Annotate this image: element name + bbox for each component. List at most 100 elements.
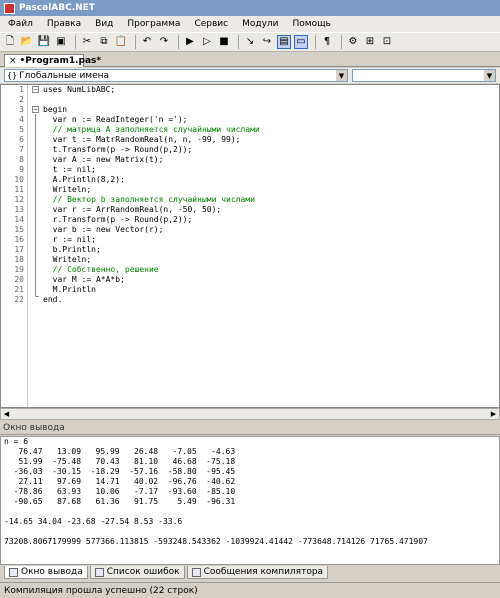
stop-icon[interactable]: ■ (217, 35, 231, 49)
line-number: 21 (14, 285, 24, 294)
save-all-icon[interactable]: ▣ (54, 35, 68, 49)
designer-icon[interactable]: ⊡ (380, 35, 394, 49)
bottom-tab-label: Окно вывода (21, 567, 83, 577)
code-line: Writeln; (43, 185, 92, 194)
code-line: // Собственно, решение (43, 265, 159, 274)
code-line: var b := new Vector(r); (43, 225, 164, 234)
copy-icon[interactable]: ⧉ (97, 35, 111, 49)
line-number: 22 (14, 295, 24, 304)
code-line: uses NumLibABC; (43, 85, 116, 94)
chevron-down-icon[interactable]: ▼ (336, 70, 347, 81)
bottom-tab[interactable]: Окно вывода (4, 566, 88, 579)
toolbar-separator (178, 35, 179, 49)
fold-toggle-icon[interactable]: − (32, 106, 39, 113)
open-icon[interactable]: 📂 (20, 35, 34, 49)
window-title: PascalABC.NET (19, 3, 95, 13)
line-number: 17 (14, 245, 24, 254)
new-file-icon[interactable]: 🗋 (3, 35, 17, 49)
fold-toggle-icon[interactable]: − (32, 86, 39, 93)
code-line: end. (43, 295, 63, 304)
code-line: r := nil; (43, 235, 96, 244)
code-line: // матрица A заполняется случайными числ… (43, 125, 260, 134)
code-line: M.Println (43, 285, 96, 294)
menu-item[interactable]: Файл (8, 19, 33, 29)
fold-end-line (35, 296, 39, 297)
step-over-icon[interactable]: ↪ (260, 35, 274, 49)
form-icon[interactable]: ⊞ (363, 35, 377, 49)
menu-item[interactable]: Программа (127, 19, 180, 29)
cut-icon[interactable]: ✂ (80, 35, 94, 49)
status-text: Компиляция прошла успешно (22 строк) (4, 585, 198, 596)
line-number: 12 (14, 195, 24, 204)
output-line: n = 6 (4, 437, 29, 446)
scroll-right-icon[interactable]: ▶ (488, 409, 499, 419)
navigation-bar: {} Глобальные имена ▼ ▼ (0, 68, 500, 83)
member-select[interactable]: ▼ (352, 69, 496, 82)
line-number: 7 (19, 145, 24, 154)
document-tab-bar: × •Program1.pas* (0, 53, 500, 67)
line-number: 18 (14, 255, 24, 264)
menu-bar: Файл Правка Вид Программа Сервис Модули Помощь (0, 16, 500, 32)
line-number: 4 (19, 115, 24, 124)
step-into-icon[interactable]: ↘ (243, 35, 257, 49)
output-toggle-icon[interactable]: ▭ (294, 35, 308, 49)
output-line: 27.11 97.69 14.71 40.02 -96.76 -40.62 (4, 477, 236, 486)
code-line: var n := ReadInteger('n ='); (43, 115, 188, 124)
code-line: var r := ArrRandomReal(n, -50, 50); (43, 205, 222, 214)
menu-item[interactable]: Помощь (293, 19, 331, 29)
debug-run-icon[interactable]: ▷ (200, 35, 214, 49)
line-number: 6 (19, 135, 24, 144)
output-line: -78.86 63.93 10.06 -7.17 -93.60 -85.10 (4, 487, 236, 496)
title-bar: PascalABC.NET (0, 0, 500, 16)
bottom-tab[interactable]: Список ошибок (89, 566, 185, 579)
tab-program1[interactable]: × •Program1.pas* (4, 54, 101, 67)
line-number: 8 (19, 155, 24, 164)
line-number: 2 (19, 95, 24, 104)
layout-toggle-icon[interactable]: ▤ (277, 35, 291, 49)
code-editor[interactable]: 1 2 3 4 5 6 7 8 9 10 11 12 13 14 15 16 17 18 19 20 21 22 − − … (0, 84, 500, 408)
line-number: 15 (14, 225, 24, 234)
class-icon: {} (7, 71, 18, 80)
toolbar-separator (75, 35, 76, 49)
menu-item[interactable]: Правка (47, 19, 81, 29)
line-number: 14 (14, 215, 24, 224)
menu-item[interactable]: Модули (242, 19, 278, 29)
line-number: 20 (14, 275, 24, 284)
code-line: t := nil; (43, 165, 96, 174)
format-icon[interactable]: ¶ (320, 35, 334, 49)
menu-item[interactable]: Сервис (194, 19, 228, 29)
output-window[interactable]: n = 6 76.47 13.09 95.99 26.48 -7.05 -4.6… (0, 436, 500, 565)
toolbar-separator (315, 35, 316, 49)
run-icon[interactable]: ▶ (183, 35, 197, 49)
line-number: 1 (19, 85, 24, 94)
close-tab-icon[interactable]: × (9, 56, 17, 66)
redo-icon[interactable]: ↷ (157, 35, 171, 49)
code-line: r.Transform(p -> Round(p,2)); (43, 215, 193, 224)
chevron-down-icon[interactable]: ▼ (484, 70, 495, 81)
bottom-tab[interactable]: Сообщения компилятора (186, 566, 329, 579)
line-number: 11 (14, 185, 24, 194)
window-icon (9, 567, 18, 577)
horizontal-scrollbar[interactable]: ◀ ▶ (0, 408, 500, 420)
toolbar: 🗋 📂 💾 ▣ ✂ ⧉ 📋 ↶ ↷ ▶ ▷ ■ ↘ ↪ ▤ ▭ ¶ ⚙ ⊞ ⊡ (0, 32, 500, 52)
undo-icon[interactable]: ↶ (140, 35, 154, 49)
code-line: begin (43, 105, 68, 114)
paste-icon[interactable]: 📋 (114, 35, 128, 49)
output-line: -14.65 34.04 -23.68 -27.54 8.53 -33.6 (4, 517, 183, 526)
line-number: 16 (14, 235, 24, 244)
status-bar: Компиляция прошла успешно (22 строк) (0, 582, 500, 598)
output-line: -90.65 87.68 61.36 91.75 5.49 -96.31 (4, 497, 236, 506)
toolbar-separator (135, 35, 136, 49)
scope-select[interactable]: {} Глобальные имена ▼ (4, 69, 348, 82)
scroll-left-icon[interactable]: ◀ (1, 409, 12, 419)
menu-item[interactable]: Вид (95, 19, 113, 29)
toolbar-separator (341, 35, 342, 49)
bottom-tab-label: Список ошибок (106, 567, 180, 577)
save-icon[interactable]: 💾 (37, 35, 51, 49)
compile-icon[interactable]: ⚙ (346, 35, 360, 49)
code-line: t.Transform(p -> Round(p,2)); (43, 145, 193, 154)
code-area[interactable]: uses NumLibABC; begin var n := ReadIntege… (43, 85, 499, 305)
line-number: 3 (19, 105, 24, 114)
